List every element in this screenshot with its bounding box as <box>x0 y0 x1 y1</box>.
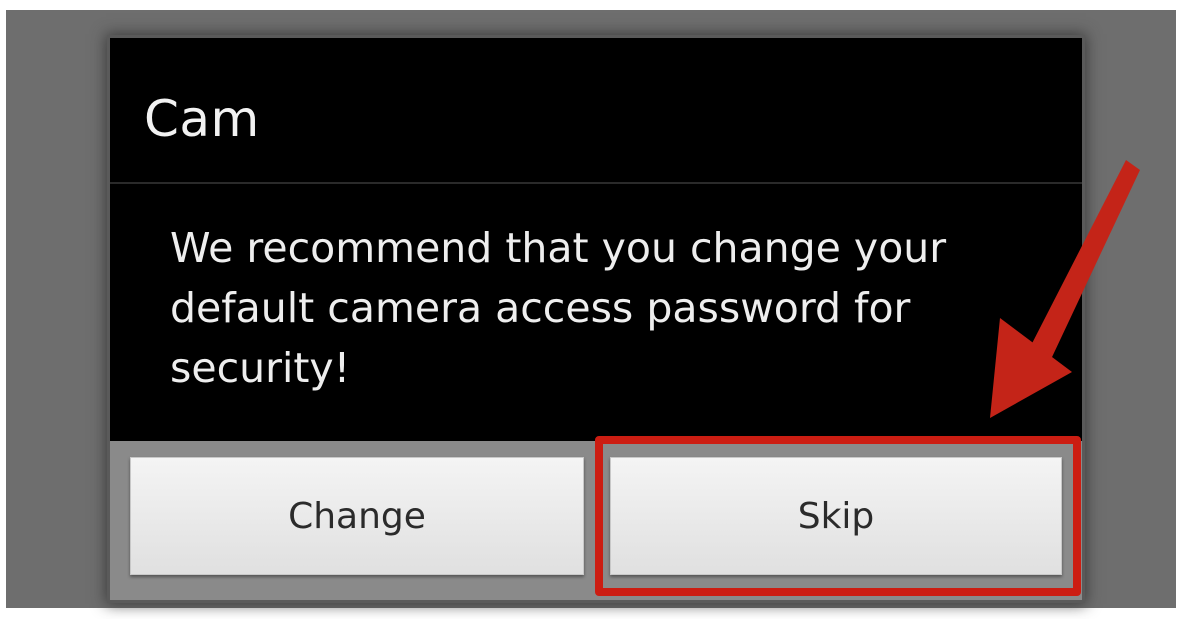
change-button[interactable]: Change <box>130 457 584 575</box>
title-divider <box>110 182 1082 184</box>
dialog-message: We recommend that you change your defaul… <box>170 224 947 392</box>
dialog-title: Cam <box>144 90 260 148</box>
skip-highlight-box <box>595 436 1081 596</box>
change-button-label: Change <box>288 495 426 537</box>
screenshot-frame: Cam We recommend that you change your de… <box>0 0 1181 619</box>
